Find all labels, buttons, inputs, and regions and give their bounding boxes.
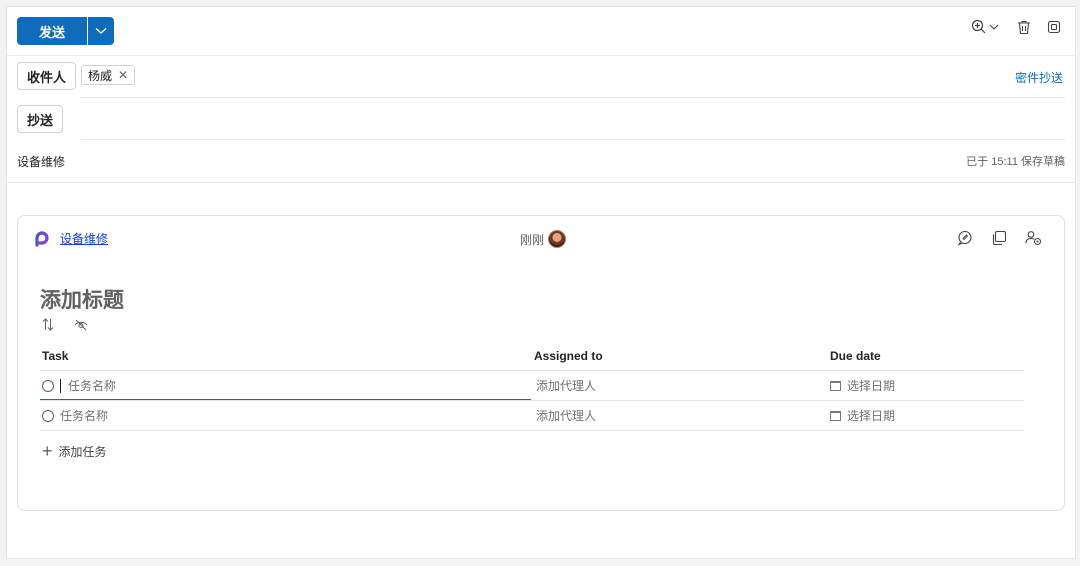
divider [7,182,1075,183]
divider [40,430,1024,431]
loop-logo-icon [35,230,49,247]
people-settings-icon [1025,231,1042,246]
column-header-task[interactable]: Task [42,349,68,363]
subject-field[interactable]: 设备维修 [17,153,65,170]
popout-button[interactable] [1047,20,1061,34]
add-task-button[interactable]: + 添加任务 [42,442,107,460]
zoom-in-icon [971,19,999,34]
chevron-down-icon [95,28,107,34]
column-header-assigned[interactable]: Assigned to [534,349,603,363]
add-task-label: 添加任务 [58,444,107,459]
comment-button[interactable] [957,230,973,246]
remove-recipient-icon[interactable]: ✕ [118,69,128,81]
calendar-icon [830,380,841,391]
send-button[interactable]: 发送 [17,17,87,45]
divider [7,55,1075,56]
cc-button[interactable]: 抄送 [17,105,64,133]
recipient-name: 杨威 [88,68,113,83]
sort-icon [42,318,54,331]
copy-component-button[interactable] [991,230,1007,246]
task-row-1-name[interactable]: 任务名称 [42,377,116,394]
eye-off-icon [74,319,88,331]
popout-icon [1047,20,1061,34]
complete-task-checkbox[interactable] [42,409,54,422]
draft-status: 已于 15:11 保存草稿 [966,156,1065,168]
task-list-title-input[interactable]: 添加标题 [40,284,124,314]
to-button[interactable]: 收件人 [17,62,77,90]
loop-card-actions [957,230,1042,246]
loop-card-title-link[interactable]: 设备维修 [60,230,108,247]
due-date-placeholder: 选择日期 [847,379,896,393]
send-options-button[interactable] [87,17,114,45]
task-row-1-assignee[interactable]: 添加代理人 [536,377,596,394]
delete-button[interactable] [1017,20,1031,35]
loop-card-header: 设备维修 [34,230,108,247]
task-row-2-name[interactable]: 任务名称 [42,407,108,424]
column-header-due[interactable]: Due date [830,349,881,363]
recipient-chip[interactable]: 杨威 ✕ [81,65,136,85]
text-cursor [60,378,61,393]
task-row-2-due-date[interactable]: 选择日期 [830,407,895,424]
due-date-placeholder: 选择日期 [847,409,896,423]
divider [81,139,1065,140]
last-edited-label: 刚刚 [520,232,545,247]
bcc-link[interactable]: 密件抄送 [1015,69,1063,86]
copy-icon [992,230,1007,246]
task-row-2-assignee[interactable]: 添加代理人 [536,407,596,424]
loop-task-card: 设备维修 刚刚 添加标题 Task Assigned to Due date 任… [17,215,1065,511]
sort-button[interactable] [42,318,54,336]
hide-completed-button[interactable] [74,318,88,336]
zoom-button[interactable] [971,19,1001,35]
toolbar-actions [971,19,1061,35]
share-access-button[interactable] [1025,230,1042,246]
calendar-icon [830,410,841,421]
plus-icon: + [42,441,53,461]
avatar[interactable] [548,230,567,248]
task-row-1-due-date[interactable]: 选择日期 [830,377,895,394]
divider [40,370,1024,371]
divider [81,97,1065,98]
task-name-placeholder: 任务名称 [60,409,109,423]
delete-icon [1018,20,1030,34]
compose-pane: 发送 收件人 杨威 ✕ 密件抄送 抄送 设备维修 已于 15:11 保存草稿 设… [6,6,1076,559]
task-name-placeholder: 任务名称 [68,379,117,393]
comment-icon [957,230,972,246]
divider [40,400,1024,401]
task-list-tools [42,318,88,336]
send-button-group: 发送 [17,17,114,45]
complete-task-checkbox[interactable] [42,379,54,392]
last-edited: 刚刚 [520,230,567,248]
